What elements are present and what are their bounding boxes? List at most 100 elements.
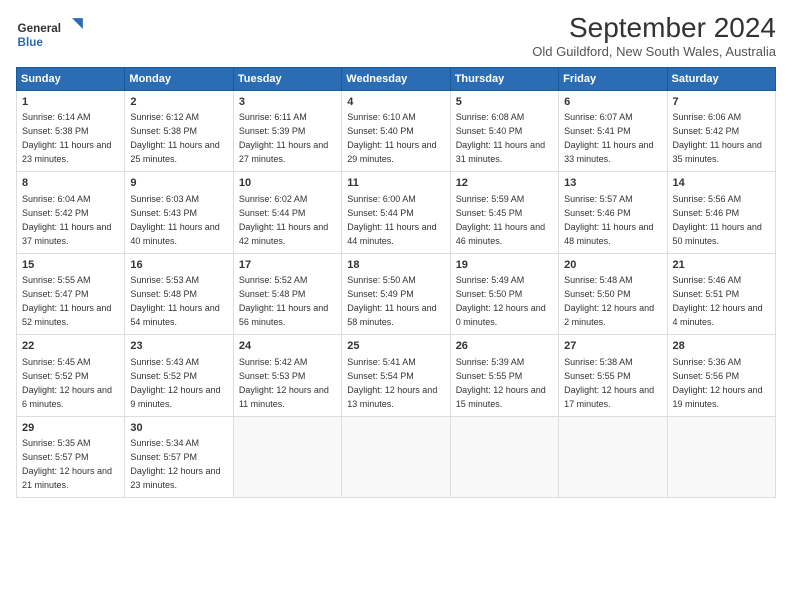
day-info: Sunrise: 5:42 AMSunset: 5:53 PMDaylight:… (239, 357, 329, 409)
table-row: 17 Sunrise: 5:52 AMSunset: 5:48 PMDaylig… (233, 253, 341, 334)
day-info: Sunrise: 5:59 AMSunset: 5:45 PMDaylight:… (456, 194, 545, 246)
day-number: 29 (22, 421, 119, 436)
day-info: Sunrise: 5:55 AMSunset: 5:47 PMDaylight:… (22, 275, 111, 327)
table-row: 7 Sunrise: 6:06 AMSunset: 5:42 PMDayligh… (667, 91, 775, 172)
col-monday: Monday (125, 68, 233, 91)
table-row: 1 Sunrise: 6:14 AMSunset: 5:38 PMDayligh… (17, 91, 125, 172)
col-thursday: Thursday (450, 68, 558, 91)
col-saturday: Saturday (667, 68, 775, 91)
header: General Blue September 2024 Old Guildfor… (16, 12, 776, 59)
table-row: 23 Sunrise: 5:43 AMSunset: 5:52 PMDaylig… (125, 335, 233, 416)
table-row: 3 Sunrise: 6:11 AMSunset: 5:39 PMDayligh… (233, 91, 341, 172)
week-row: 22 Sunrise: 5:45 AMSunset: 5:52 PMDaylig… (17, 335, 776, 416)
table-row: 5 Sunrise: 6:08 AMSunset: 5:40 PMDayligh… (450, 91, 558, 172)
day-info: Sunrise: 5:53 AMSunset: 5:48 PMDaylight:… (130, 275, 219, 327)
day-number: 9 (130, 176, 227, 191)
table-row (450, 416, 558, 497)
day-info: Sunrise: 5:43 AMSunset: 5:52 PMDaylight:… (130, 357, 220, 409)
day-number: 14 (673, 176, 770, 191)
table-row: 11 Sunrise: 6:00 AMSunset: 5:44 PMDaylig… (342, 172, 450, 253)
day-number: 16 (130, 258, 227, 273)
day-number: 1 (22, 95, 119, 110)
table-row: 24 Sunrise: 5:42 AMSunset: 5:53 PMDaylig… (233, 335, 341, 416)
day-info: Sunrise: 5:48 AMSunset: 5:50 PMDaylight:… (564, 275, 654, 327)
table-row: 15 Sunrise: 5:55 AMSunset: 5:47 PMDaylig… (17, 253, 125, 334)
header-row: Sunday Monday Tuesday Wednesday Thursday… (17, 68, 776, 91)
table-row: 14 Sunrise: 5:56 AMSunset: 5:46 PMDaylig… (667, 172, 775, 253)
day-info: Sunrise: 6:02 AMSunset: 5:44 PMDaylight:… (239, 194, 328, 246)
day-number: 18 (347, 258, 444, 273)
day-info: Sunrise: 6:12 AMSunset: 5:38 PMDaylight:… (130, 112, 219, 164)
day-info: Sunrise: 5:38 AMSunset: 5:55 PMDaylight:… (564, 357, 654, 409)
table-row: 19 Sunrise: 5:49 AMSunset: 5:50 PMDaylig… (450, 253, 558, 334)
table-row: 12 Sunrise: 5:59 AMSunset: 5:45 PMDaylig… (450, 172, 558, 253)
day-info: Sunrise: 5:45 AMSunset: 5:52 PMDaylight:… (22, 357, 112, 409)
table-row: 8 Sunrise: 6:04 AMSunset: 5:42 PMDayligh… (17, 172, 125, 253)
table-row: 20 Sunrise: 5:48 AMSunset: 5:50 PMDaylig… (559, 253, 667, 334)
day-info: Sunrise: 5:34 AMSunset: 5:57 PMDaylight:… (130, 438, 220, 490)
day-number: 11 (347, 176, 444, 191)
day-number: 27 (564, 339, 661, 354)
day-info: Sunrise: 5:50 AMSunset: 5:49 PMDaylight:… (347, 275, 436, 327)
table-row: 4 Sunrise: 6:10 AMSunset: 5:40 PMDayligh… (342, 91, 450, 172)
day-info: Sunrise: 6:11 AMSunset: 5:39 PMDaylight:… (239, 112, 328, 164)
day-info: Sunrise: 5:41 AMSunset: 5:54 PMDaylight:… (347, 357, 437, 409)
calendar-table: Sunday Monday Tuesday Wednesday Thursday… (16, 67, 776, 498)
day-number: 19 (456, 258, 553, 273)
day-number: 5 (456, 95, 553, 110)
table-row: 16 Sunrise: 5:53 AMSunset: 5:48 PMDaylig… (125, 253, 233, 334)
day-info: Sunrise: 6:03 AMSunset: 5:43 PMDaylight:… (130, 194, 219, 246)
svg-text:General: General (18, 22, 61, 35)
day-info: Sunrise: 5:57 AMSunset: 5:46 PMDaylight:… (564, 194, 653, 246)
day-number: 13 (564, 176, 661, 191)
table-row: 18 Sunrise: 5:50 AMSunset: 5:49 PMDaylig… (342, 253, 450, 334)
day-number: 15 (22, 258, 119, 273)
day-info: Sunrise: 5:49 AMSunset: 5:50 PMDaylight:… (456, 275, 546, 327)
table-row: 13 Sunrise: 5:57 AMSunset: 5:46 PMDaylig… (559, 172, 667, 253)
day-info: Sunrise: 6:00 AMSunset: 5:44 PMDaylight:… (347, 194, 436, 246)
day-number: 25 (347, 339, 444, 354)
day-number: 17 (239, 258, 336, 273)
table-row (342, 416, 450, 497)
day-number: 22 (22, 339, 119, 354)
col-friday: Friday (559, 68, 667, 91)
week-row: 15 Sunrise: 5:55 AMSunset: 5:47 PMDaylig… (17, 253, 776, 334)
day-number: 30 (130, 421, 227, 436)
month-title: September 2024 (532, 12, 776, 44)
calendar-body: 1 Sunrise: 6:14 AMSunset: 5:38 PMDayligh… (17, 91, 776, 498)
col-sunday: Sunday (17, 68, 125, 91)
table-row: 25 Sunrise: 5:41 AMSunset: 5:54 PMDaylig… (342, 335, 450, 416)
day-info: Sunrise: 6:04 AMSunset: 5:42 PMDaylight:… (22, 194, 111, 246)
col-wednesday: Wednesday (342, 68, 450, 91)
day-info: Sunrise: 5:56 AMSunset: 5:46 PMDaylight:… (673, 194, 762, 246)
table-row: 9 Sunrise: 6:03 AMSunset: 5:43 PMDayligh… (125, 172, 233, 253)
day-info: Sunrise: 5:52 AMSunset: 5:48 PMDaylight:… (239, 275, 328, 327)
day-number: 7 (673, 95, 770, 110)
week-row: 1 Sunrise: 6:14 AMSunset: 5:38 PMDayligh… (17, 91, 776, 172)
day-info: Sunrise: 6:06 AMSunset: 5:42 PMDaylight:… (673, 112, 762, 164)
table-row: 10 Sunrise: 6:02 AMSunset: 5:44 PMDaylig… (233, 172, 341, 253)
day-info: Sunrise: 5:46 AMSunset: 5:51 PMDaylight:… (673, 275, 763, 327)
table-row (233, 416, 341, 497)
table-row: 21 Sunrise: 5:46 AMSunset: 5:51 PMDaylig… (667, 253, 775, 334)
day-number: 4 (347, 95, 444, 110)
table-row (667, 416, 775, 497)
page: General Blue September 2024 Old Guildfor… (0, 0, 792, 612)
day-number: 6 (564, 95, 661, 110)
table-row: 29 Sunrise: 5:35 AMSunset: 5:57 PMDaylig… (17, 416, 125, 497)
day-number: 21 (673, 258, 770, 273)
table-row: 22 Sunrise: 5:45 AMSunset: 5:52 PMDaylig… (17, 335, 125, 416)
table-row: 6 Sunrise: 6:07 AMSunset: 5:41 PMDayligh… (559, 91, 667, 172)
day-info: Sunrise: 6:07 AMSunset: 5:41 PMDaylight:… (564, 112, 653, 164)
day-number: 2 (130, 95, 227, 110)
day-number: 23 (130, 339, 227, 354)
day-number: 8 (22, 176, 119, 191)
table-row: 2 Sunrise: 6:12 AMSunset: 5:38 PMDayligh… (125, 91, 233, 172)
day-number: 12 (456, 176, 553, 191)
title-section: September 2024 Old Guildford, New South … (532, 12, 776, 59)
week-row: 29 Sunrise: 5:35 AMSunset: 5:57 PMDaylig… (17, 416, 776, 497)
day-number: 20 (564, 258, 661, 273)
table-row: 26 Sunrise: 5:39 AMSunset: 5:55 PMDaylig… (450, 335, 558, 416)
svg-text:Blue: Blue (18, 36, 44, 49)
day-info: Sunrise: 6:08 AMSunset: 5:40 PMDaylight:… (456, 112, 545, 164)
